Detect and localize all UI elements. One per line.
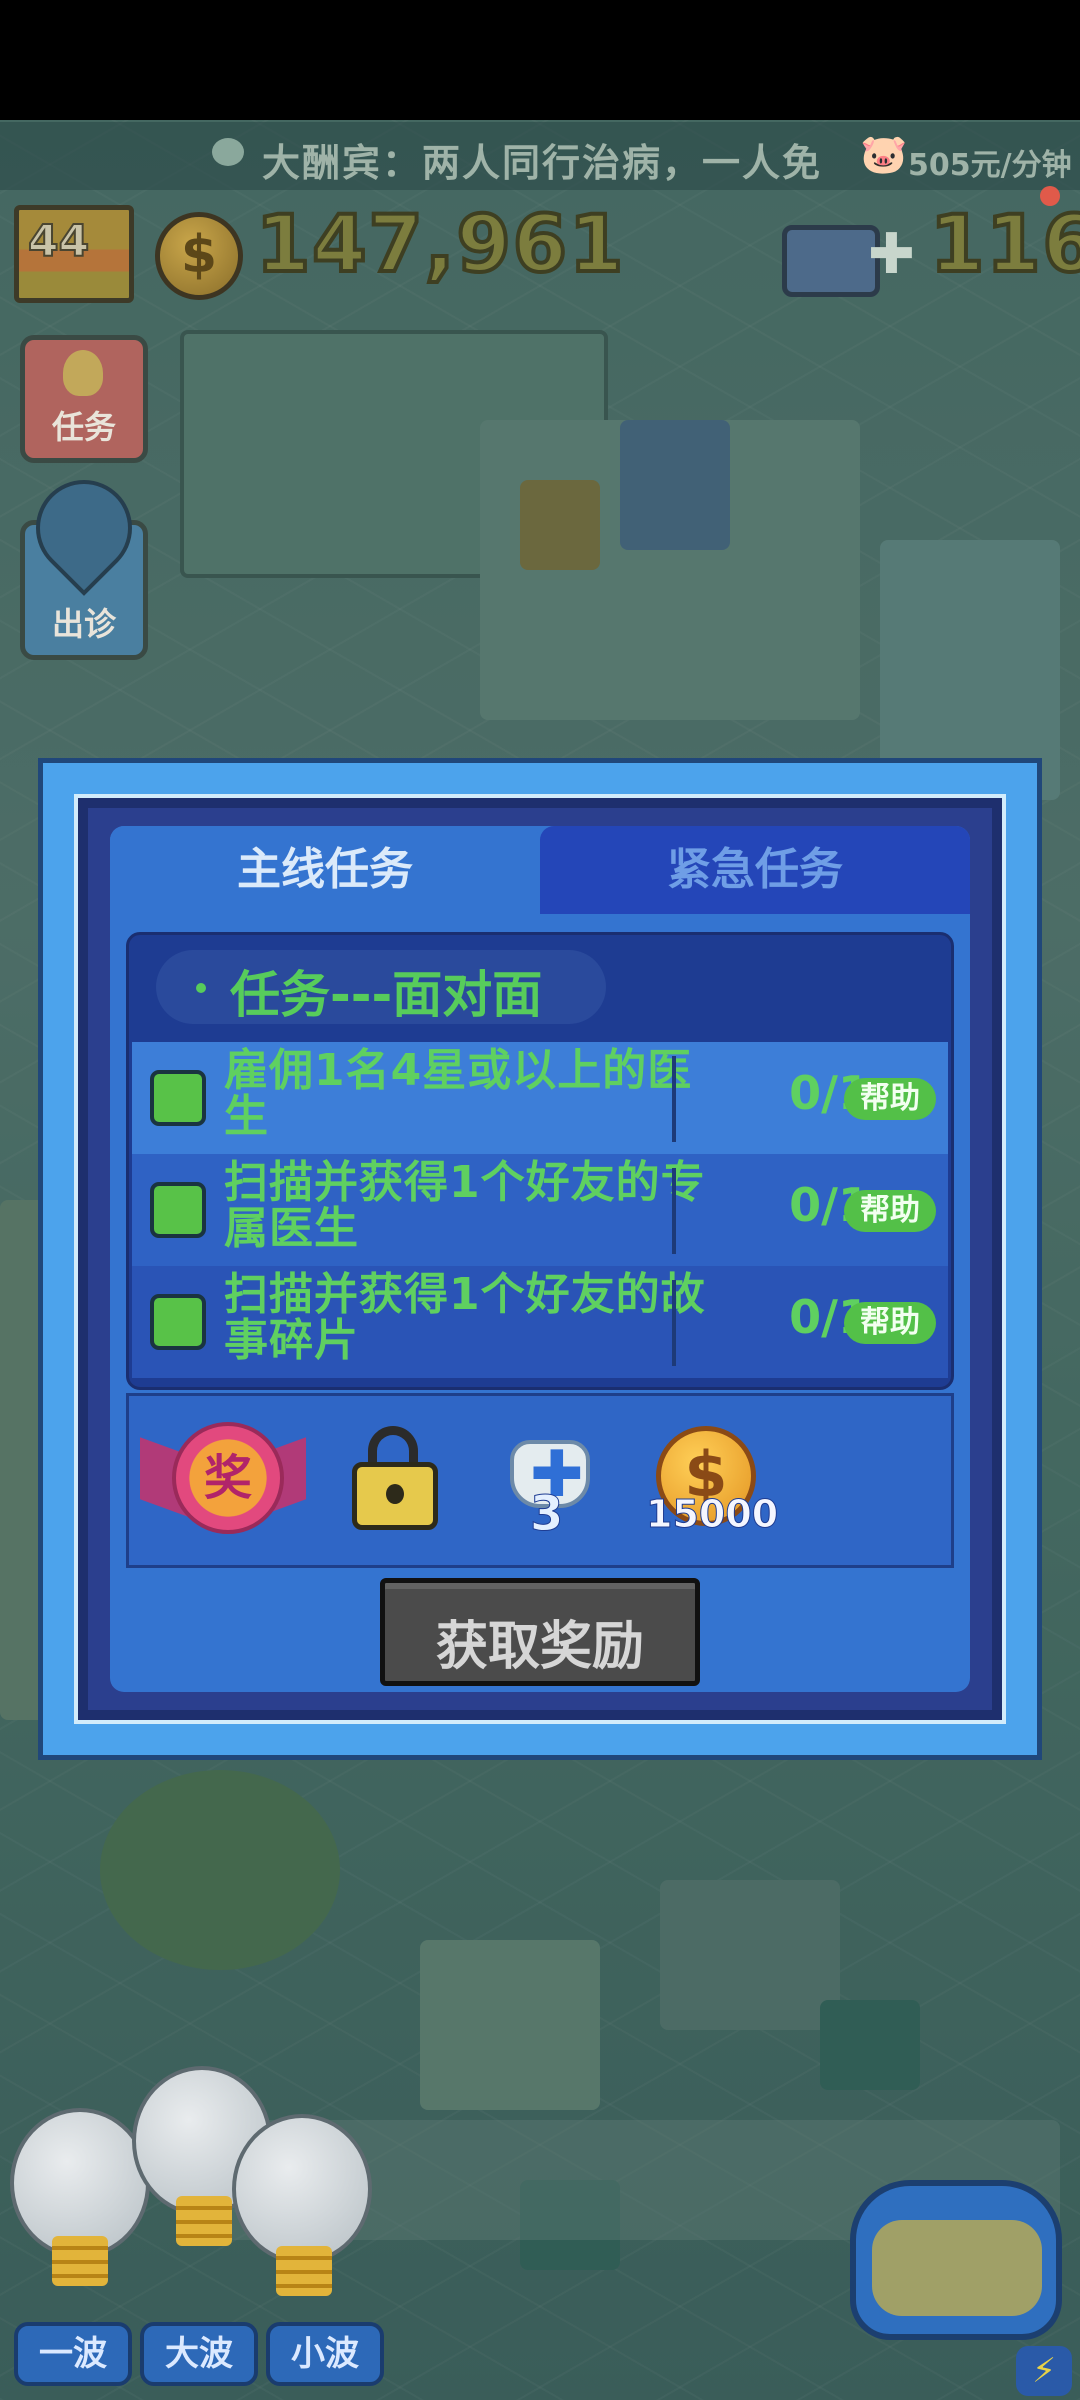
- help-button[interactable]: 帮助: [844, 1302, 936, 1344]
- lock-keyhole: [386, 1484, 404, 1504]
- lightbulb-icon: [63, 350, 103, 396]
- level-number: 44: [27, 215, 90, 268]
- task-title: 任务---面对面: [190, 955, 542, 1027]
- task-row: 雇佣1名4星或以上的医生 0/1 帮助: [132, 1042, 948, 1154]
- plus-icon[interactable]: ✚: [868, 222, 915, 287]
- row-divider: [672, 1056, 676, 1142]
- task-text: 扫描并获得1个好友的专属医生: [224, 1157, 706, 1254]
- notification-dot: [1040, 186, 1060, 206]
- task-checkbox: [150, 1070, 206, 1126]
- row-divider: [672, 1168, 676, 1254]
- income-rate: 505元/分钟: [908, 148, 1072, 183]
- task-text: 雇佣1名4星或以上的医生: [224, 1045, 693, 1142]
- task-button[interactable]: 任务: [20, 335, 148, 463]
- bulb-base: [276, 2246, 332, 2296]
- task-text: 扫描并获得1个好友的故事碎片: [224, 1269, 706, 1366]
- coin-reward-amount: 15000: [645, 1492, 779, 1537]
- row-divider: [672, 1280, 676, 1366]
- task-checkbox: [150, 1294, 206, 1350]
- task-title-text: 任务---面对面: [230, 966, 543, 1024]
- lightning-icon[interactable]: ⚡: [1016, 2346, 1072, 2396]
- task-button-label: 任务: [51, 408, 116, 446]
- chat-icon: [212, 138, 244, 166]
- piggy-bank-icon: 🐷: [860, 132, 908, 176]
- medkit-reward-count: 3: [529, 1486, 564, 1543]
- task-row: 扫描并获得1个好友的专属医生 0/1 帮助: [132, 1154, 948, 1266]
- medkit-counter: 116: [928, 198, 1080, 292]
- news-ticker: 大酬宾：两人同行治病，一人免 🐷 505元/分钟: [0, 122, 1080, 190]
- coin-icon: $: [155, 212, 243, 300]
- money-counter: 147,961: [254, 198, 626, 292]
- wave-button-one[interactable]: 一波: [14, 2322, 132, 2386]
- house-call-label: 出诊: [51, 605, 116, 643]
- wave-button-small[interactable]: 小波: [266, 2322, 384, 2386]
- ticker-message: 大酬宾：两人同行治病，一人免: [262, 141, 823, 185]
- task-row: 扫描并获得1个好友的故事碎片 0/1 帮助: [132, 1266, 948, 1378]
- help-button[interactable]: 帮助: [844, 1190, 936, 1232]
- help-button[interactable]: 帮助: [844, 1078, 936, 1120]
- tab-urgent-tasks[interactable]: 紧急任务: [540, 826, 970, 914]
- medkit-hud-icon[interactable]: [782, 225, 880, 297]
- task-checkbox: [150, 1182, 206, 1238]
- lightbulb-character-icon[interactable]: [232, 2114, 372, 2264]
- cat-console-screen: [872, 2220, 1042, 2316]
- bulb-base: [52, 2236, 108, 2286]
- bulb-base: [176, 2196, 232, 2246]
- tab-main-tasks[interactable]: 主线任务: [110, 826, 540, 914]
- wave-button-big[interactable]: 大波: [140, 2322, 258, 2386]
- medal-icon: 奖: [172, 1422, 284, 1534]
- claim-reward-label[interactable]: 获取奖励: [380, 1604, 700, 1679]
